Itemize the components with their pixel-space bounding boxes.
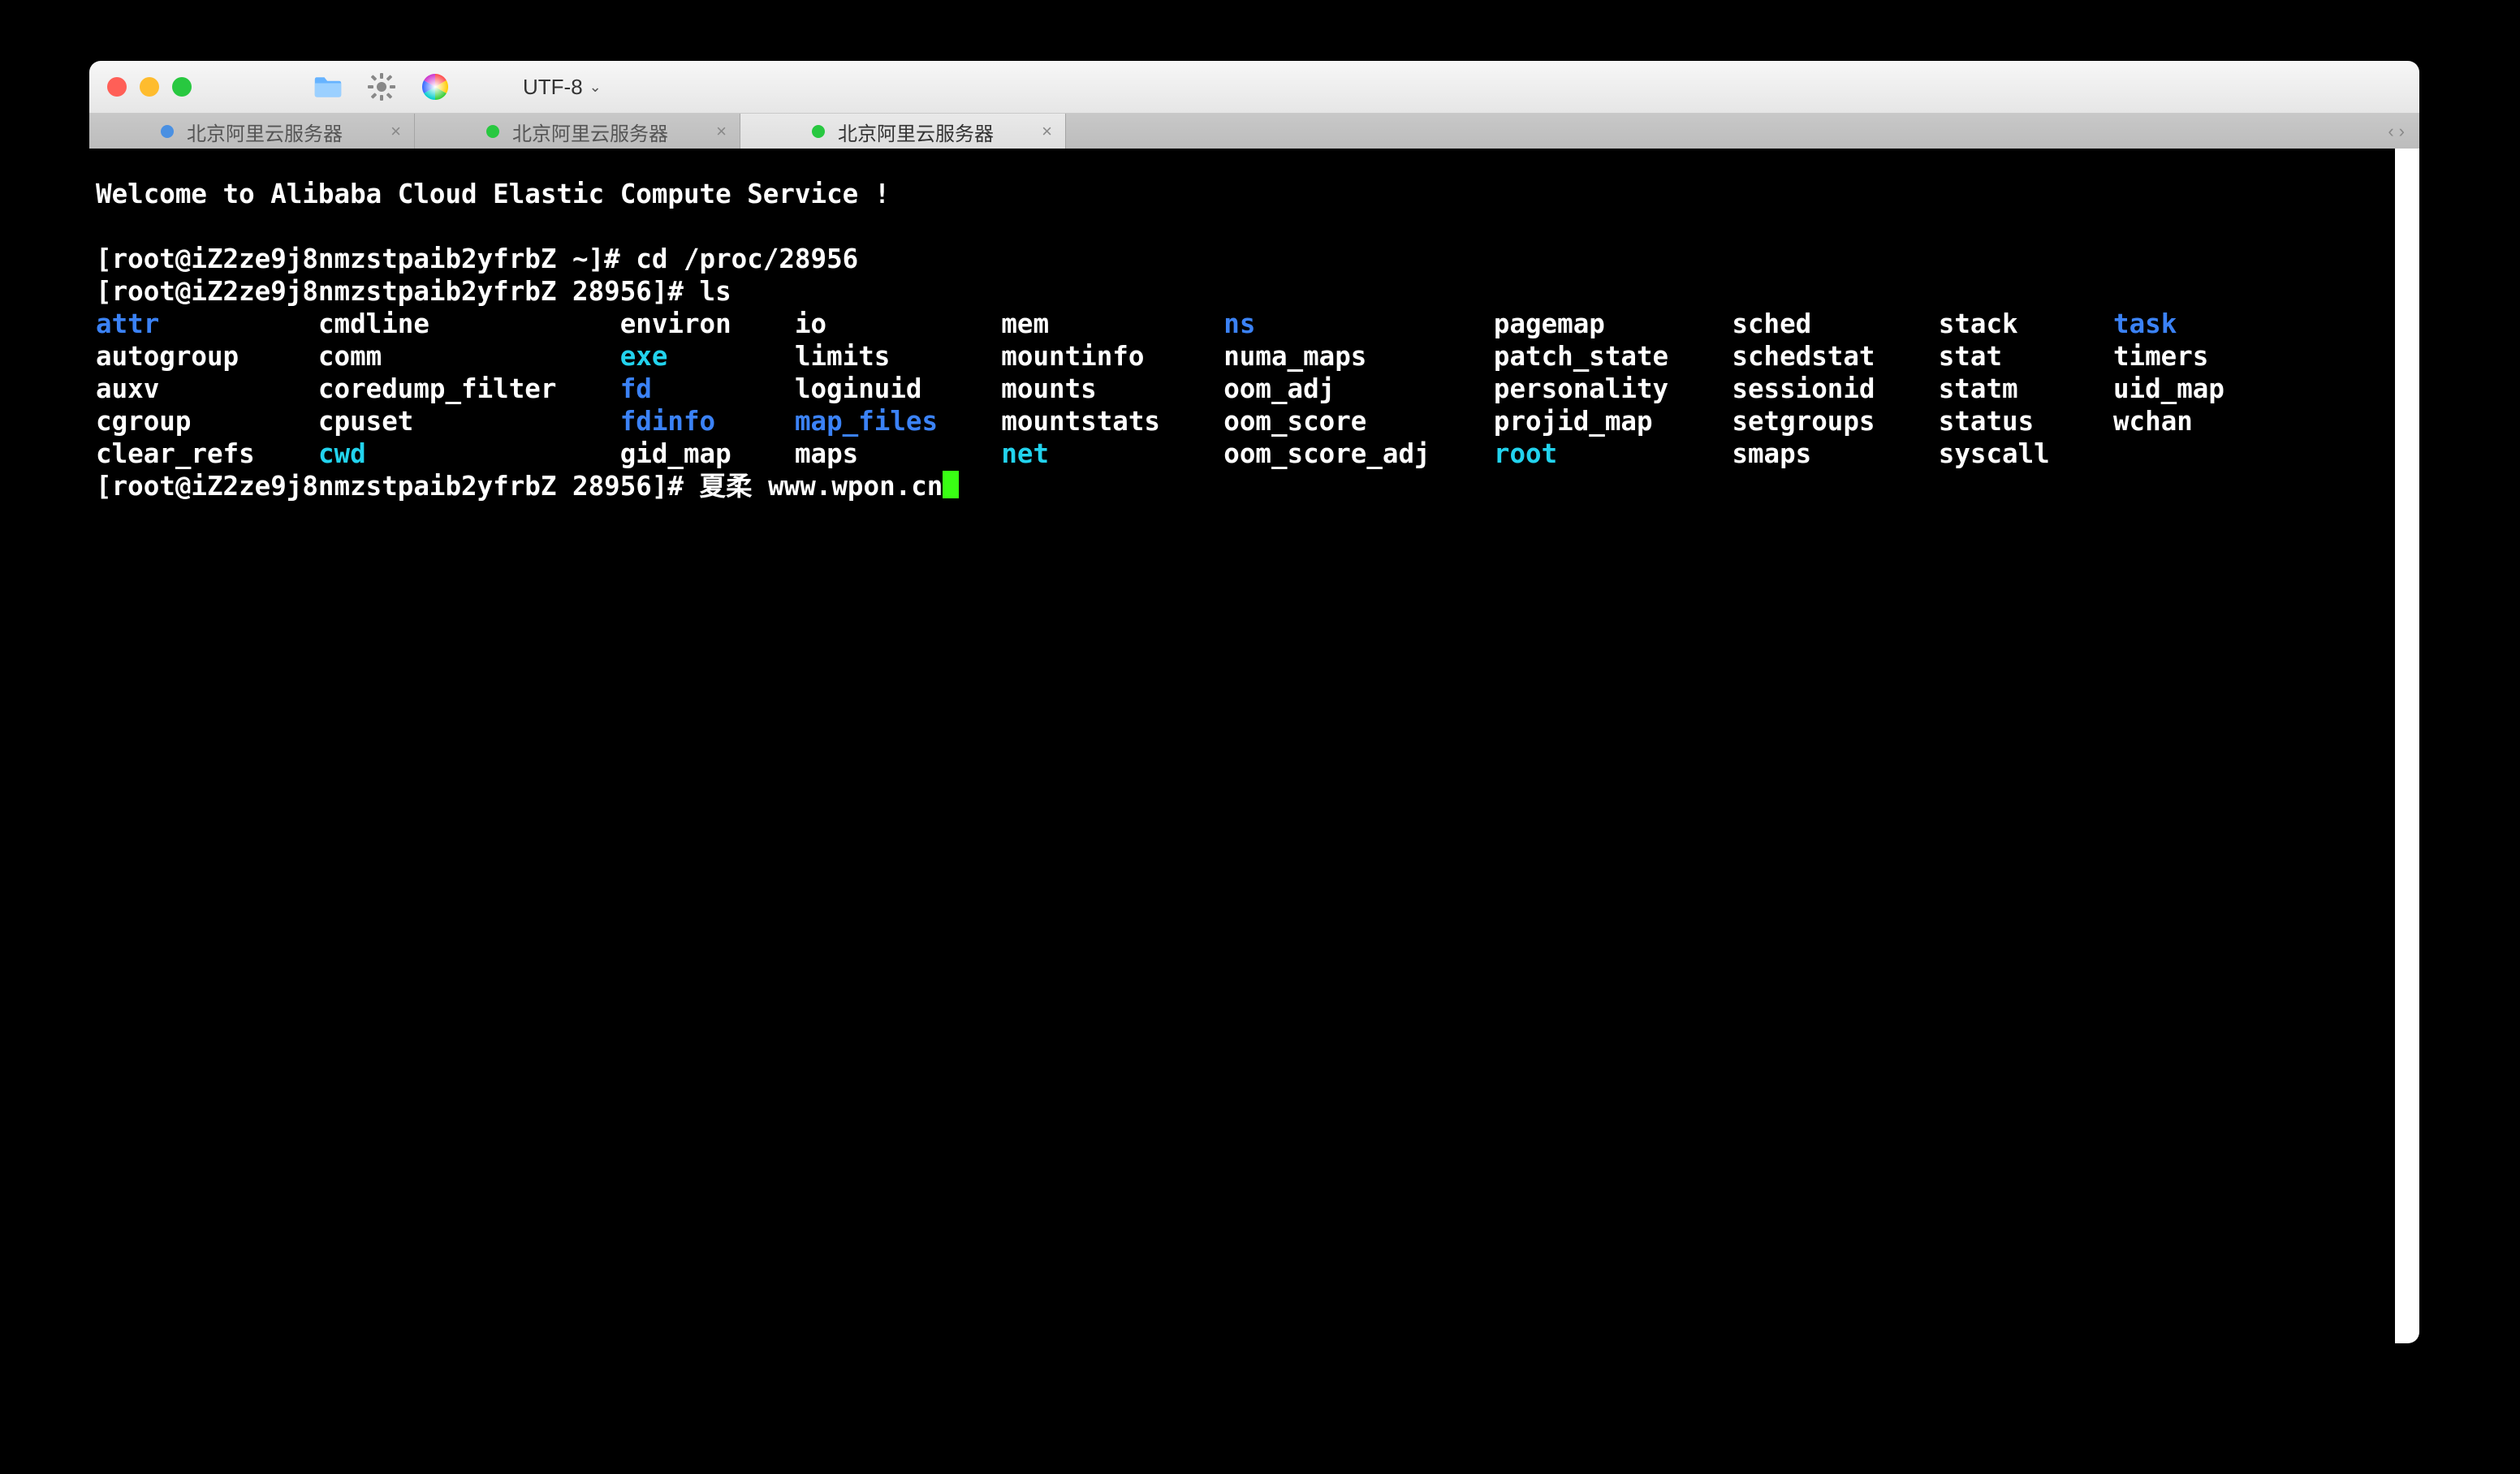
close-icon[interactable] (107, 77, 127, 97)
maximize-icon[interactable] (172, 77, 192, 97)
tab-status-dot (812, 125, 825, 138)
app-window: UTF-8 ⌄ 北京阿里云服务器×北京阿里云服务器×北京阿里云服务器× ‹› W… (89, 61, 2419, 1343)
terminal-output[interactable]: Welcome to Alibaba Cloud Elastic Compute… (89, 149, 2395, 1343)
tab-2[interactable]: 北京阿里云服务器 × (740, 114, 1066, 149)
tabbar: 北京阿里云服务器×北京阿里云服务器×北京阿里云服务器× ‹› (89, 114, 2419, 150)
tab-label: 北京阿里云服务器 (838, 118, 994, 146)
minimize-icon[interactable] (140, 77, 159, 97)
gear-icon[interactable] (367, 72, 396, 101)
tab-status-dot (161, 125, 174, 138)
chevron-right-icon: › (2399, 121, 2405, 142)
window-controls (107, 77, 192, 97)
tab-0[interactable]: 北京阿里云服务器 × (89, 114, 415, 149)
tab-label: 北京阿里云服务器 (512, 118, 668, 146)
folder-icon[interactable] (313, 72, 343, 101)
encoding-selector[interactable]: UTF-8 ⌄ (523, 75, 602, 100)
tab-status-dot (486, 125, 499, 138)
tab-overflow[interactable]: ‹› (1066, 114, 2419, 149)
terminal-scrollbar[interactable] (2395, 149, 2419, 1343)
tab-1[interactable]: 北京阿里云服务器 × (415, 114, 740, 149)
chevron-down-icon: ⌄ (589, 79, 602, 96)
tab-close-icon[interactable]: × (1042, 121, 1052, 142)
tab-close-icon[interactable]: × (716, 121, 727, 142)
tab-label: 北京阿里云服务器 (187, 118, 343, 146)
colorwheel-icon[interactable] (421, 72, 450, 101)
encoding-label: UTF-8 (523, 75, 583, 100)
tab-close-icon[interactable]: × (391, 121, 401, 142)
toolbar-icons (313, 72, 450, 101)
terminal-cursor (943, 471, 959, 498)
chevron-left-icon: ‹ (2388, 121, 2393, 142)
titlebar: UTF-8 ⌄ (89, 61, 2419, 114)
